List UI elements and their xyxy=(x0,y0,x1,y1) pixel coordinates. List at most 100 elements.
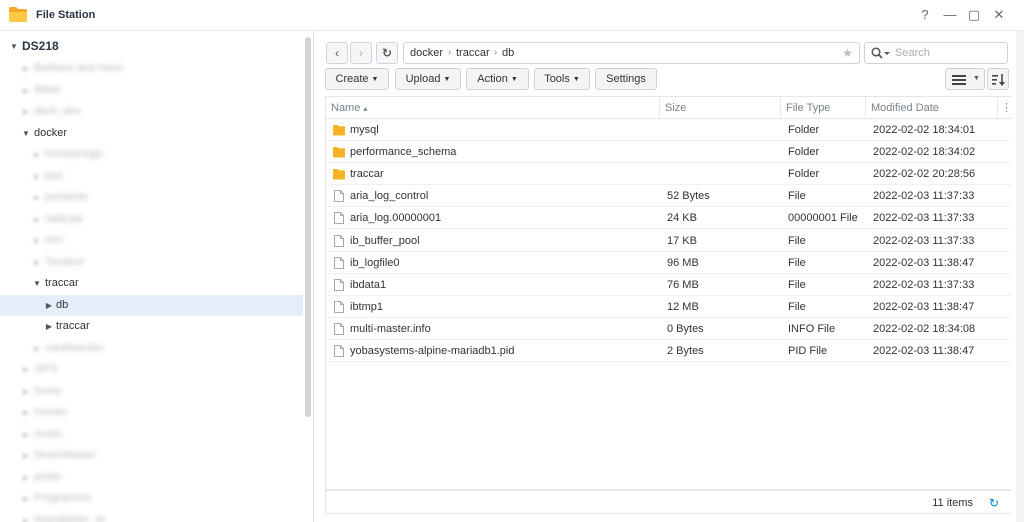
collapse-arrow-icon[interactable]: ▶ xyxy=(32,338,42,359)
tree-item[interactable]: ▼ docker xyxy=(0,123,303,144)
tree-item[interactable]: ▶ portainer xyxy=(0,187,303,208)
column-name-label: Name xyxy=(331,102,361,114)
table-row[interactable]: yobasystems-alpine-mariadb1.pid 2 Bytes PI… xyxy=(326,340,1012,362)
table-row[interactable]: ibtmp1 12 MB File 2022-02-03 11:38:47 xyxy=(326,296,1012,318)
collapse-arrow-icon[interactable]: ▶ xyxy=(21,80,31,101)
table-row[interactable]: mysql Folder 2022-02-02 18:34:01 xyxy=(326,119,1012,141)
collapse-arrow-icon[interactable]: ▶ xyxy=(21,510,31,522)
tree-item[interactable]: ▶ photo xyxy=(0,467,303,488)
tree-item[interactable]: ▶ radicale xyxy=(0,209,303,230)
collapse-arrow-icon[interactable]: ▶ xyxy=(44,316,54,337)
tree-item[interactable]: ▶ traccar xyxy=(0,316,303,337)
column-menu-icon[interactable]: ⋮ xyxy=(998,97,1012,119)
column-header-modified[interactable]: Modified Date xyxy=(866,97,998,119)
tree-item[interactable]: ▶ cert xyxy=(0,230,303,251)
tree-root-ds218[interactable]: ▼ DS218 xyxy=(0,36,303,57)
tree-item[interactable]: ▼ traccar xyxy=(0,273,303,294)
refresh-button[interactable]: ↻ xyxy=(376,42,398,64)
tree-item-label: Barbara and Hans xyxy=(34,62,124,74)
favorite-star-icon[interactable]: ★ xyxy=(842,46,853,60)
tree-item-label: homes xyxy=(34,406,68,418)
expand-arrow-icon[interactable]: ▼ xyxy=(21,123,31,144)
back-button[interactable]: ‹ xyxy=(326,42,348,64)
path-bar[interactable]: docker › traccar › db ★ xyxy=(403,42,860,64)
file-modified-date: 2022-02-02 18:34:02 xyxy=(873,146,976,159)
collapse-arrow-icon[interactable]: ▶ xyxy=(44,295,54,316)
tree-item[interactable]: ▶ Bilder xyxy=(0,80,303,101)
settings-button[interactable]: Settings xyxy=(595,68,657,90)
tree-item[interactable]: ▶ deck_dev xyxy=(0,101,303,122)
collapse-arrow-icon[interactable]: ▶ xyxy=(32,209,42,230)
file-list-header: Name ▴ Size File Type Modified Date ⋮ xyxy=(326,97,1012,119)
collapse-arrow-icon[interactable]: ▶ xyxy=(21,359,31,380)
column-header-name[interactable]: Name ▴ xyxy=(326,97,660,119)
sort-button[interactable] xyxy=(987,68,1009,90)
maximize-button[interactable]: ▢ xyxy=(966,7,982,23)
collapse-arrow-icon[interactable]: ▶ xyxy=(32,166,42,187)
forward-button[interactable]: › xyxy=(350,42,372,64)
breadcrumb-docker[interactable]: docker xyxy=(410,47,443,59)
table-row[interactable]: ib_logfile0 96 MB File 2022-02-03 11:38:47 xyxy=(326,252,1012,274)
collapse-arrow-icon[interactable]: ▶ xyxy=(21,381,31,402)
tree-item[interactable]: ▶ vaultwarden xyxy=(0,338,303,359)
expand-arrow-icon[interactable]: ▼ xyxy=(9,36,19,57)
tree-item[interactable]: ▶ homebridge xyxy=(0,144,303,165)
file-icon xyxy=(334,190,344,203)
table-row[interactable]: ib_buffer_pool 17 KB File 2022-02-03 11:37:… xyxy=(326,230,1012,252)
collapse-arrow-icon[interactable]: ▶ xyxy=(32,187,42,208)
view-mode-button[interactable]: ▼ xyxy=(945,68,985,90)
collapse-arrow-icon[interactable]: ▶ xyxy=(32,230,42,251)
collapse-arrow-icon[interactable]: ▶ xyxy=(21,58,31,79)
breadcrumb-traccar[interactable]: traccar xyxy=(456,47,490,59)
folder-icon xyxy=(333,125,345,136)
tree-item[interactable]: ▶ MusicMaster xyxy=(0,445,303,466)
collapse-arrow-icon[interactable]: ▶ xyxy=(32,252,42,273)
tree-scrollbar[interactable] xyxy=(305,37,311,417)
help-icon[interactable]: ? xyxy=(917,7,933,23)
tree-item[interactable]: ▶ home xyxy=(0,381,303,402)
create-button[interactable]: Create ▼ xyxy=(325,68,389,90)
sort-ascending-icon: ▴ xyxy=(363,104,368,113)
tree-item[interactable]: ▶ GPS xyxy=(0,359,303,380)
close-button[interactable]: ✕ xyxy=(991,7,1007,23)
collapse-arrow-icon[interactable]: ▶ xyxy=(21,402,31,423)
tree-item[interactable]: ▶ music xyxy=(0,424,303,445)
column-header-type[interactable]: File Type xyxy=(781,97,866,119)
collapse-arrow-icon[interactable]: ▶ xyxy=(21,488,31,509)
file-name: mysql xyxy=(350,124,379,136)
tree-item[interactable]: ▶ homes xyxy=(0,402,303,423)
search-input[interactable] xyxy=(895,45,1003,61)
table-row[interactable]: multi-master.info 0 Bytes INFO File 2022-02… xyxy=(326,318,1012,340)
file-name: yobasystems-alpine-mariadb1.pid xyxy=(350,345,515,357)
file-type: Folder xyxy=(788,124,820,136)
table-row[interactable]: traccar Folder 2022-02-02 20:28:56 xyxy=(326,163,1012,186)
table-row[interactable]: performance_schema Folder 2022-02-02 18:34… xyxy=(326,141,1012,164)
minimize-button[interactable]: — xyxy=(942,7,958,23)
tree-item[interactable]: ▶ Barbara and Hans xyxy=(0,58,303,79)
file-type: File xyxy=(788,300,806,313)
collapse-arrow-icon[interactable]: ▶ xyxy=(21,467,31,488)
expand-arrow-icon[interactable]: ▼ xyxy=(32,273,42,294)
table-row[interactable]: aria_log.00000001 24 KB 00000001 File 2022-… xyxy=(326,207,1012,230)
collapse-arrow-icon[interactable]: ▶ xyxy=(21,424,31,445)
tree-item-label: Programme xyxy=(34,492,92,504)
tree-item-label: db xyxy=(56,298,69,311)
search-icon[interactable] xyxy=(871,47,891,60)
column-header-size[interactable]: Size xyxy=(660,97,781,119)
upload-button[interactable]: Upload ▼ xyxy=(395,68,461,90)
tree-item[interactable]: ▶ Programme xyxy=(0,488,303,509)
refresh-icon[interactable]: ↻ xyxy=(985,494,1003,512)
tree-item[interactable]: ▶ db xyxy=(0,294,303,316)
action-button[interactable]: Action ▼ xyxy=(466,68,529,90)
tree-item[interactable]: ▶ Wandbilder_M xyxy=(0,510,303,522)
table-row[interactable]: ibdata1 76 MB File 2022-02-03 11:37:33 xyxy=(326,274,1012,296)
collapse-arrow-icon[interactable]: ▶ xyxy=(21,101,31,122)
breadcrumb-db[interactable]: db xyxy=(502,47,514,59)
search-box[interactable] xyxy=(864,42,1008,64)
collapse-arrow-icon[interactable]: ▶ xyxy=(32,144,42,165)
collapse-arrow-icon[interactable]: ▶ xyxy=(21,445,31,466)
tree-item[interactable]: ▶ Tandoor xyxy=(0,252,303,273)
table-row[interactable]: aria_log_control 52 Bytes File 2022-02-03 1… xyxy=(326,185,1012,208)
tools-button[interactable]: Tools ▼ xyxy=(534,68,590,90)
tree-item[interactable]: ▶ test xyxy=(0,166,303,187)
